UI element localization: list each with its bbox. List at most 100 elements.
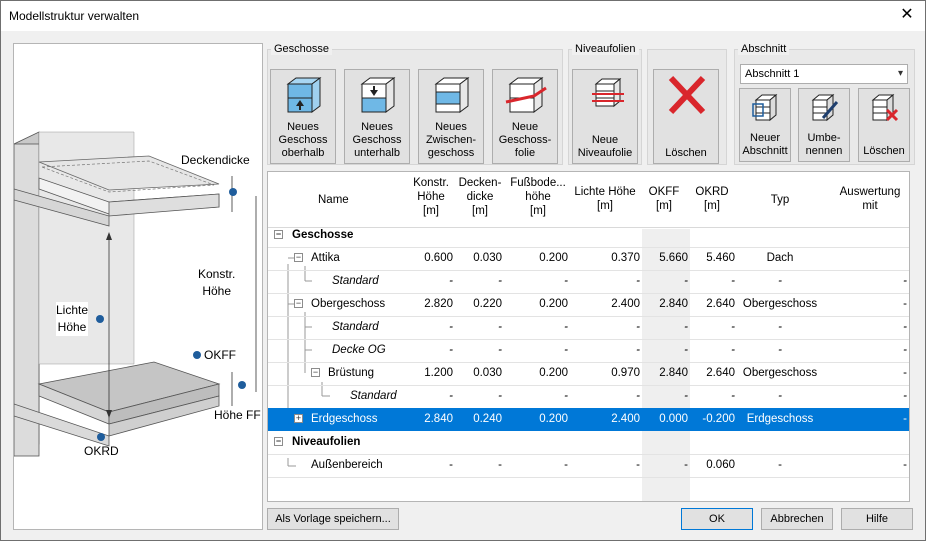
col-okrd[interactable]: OKRD [m] — [692, 185, 732, 213]
cell-lichte: - — [636, 275, 640, 287]
new-storey-below-button[interactable]: Neues Geschoss unterhalb — [344, 69, 410, 164]
cell-okrd: 2.640 — [706, 367, 735, 379]
col-deckendicke[interactable]: Decken- dicke [m] — [458, 176, 502, 218]
cell-okff: 2.840 — [659, 367, 688, 379]
table-row-decke-og[interactable]: Decke OG - - - - - - - - — [268, 339, 909, 362]
new-storey-above-button[interactable]: Neues Geschoss oberhalb — [270, 69, 336, 164]
cell-konstr: 0.600 — [424, 252, 453, 264]
rename-section-label: Umbe- nennen — [805, 132, 843, 157]
dialog-window: Modellstruktur verwalten ✕ Deckendicke K… — [0, 0, 926, 541]
cell-typ: Obergeschoss — [742, 298, 818, 310]
cell-decken: - — [498, 459, 502, 471]
new-level-layer-label: Neue Niveaufolie — [577, 134, 633, 159]
collapse-icon[interactable]: − — [294, 253, 303, 262]
cell-konstr: - — [449, 390, 453, 402]
row-name: Brüstung — [328, 367, 375, 379]
cell-okff: 5.660 — [659, 252, 688, 264]
cell-okff: 2.840 — [659, 298, 688, 310]
intermediate-storey-icon — [434, 77, 470, 113]
new-storey-layer-label: Neue Geschoss- folie — [498, 121, 552, 159]
cell-fuss: - — [564, 275, 568, 287]
abschnitt-select[interactable]: Abschnitt 1 ▾ — [740, 64, 908, 84]
delete-section-button[interactable]: Löschen — [858, 88, 910, 162]
label-hoehe-ff: Höhe FF — [214, 408, 261, 422]
cell-konstr: - — [449, 344, 453, 356]
cell-ausw: - — [903, 344, 907, 356]
storey-above-icon — [286, 77, 322, 113]
cell-konstr: - — [449, 275, 453, 287]
cancel-button[interactable]: Abbrechen — [761, 508, 833, 530]
label-okff: OKFF — [204, 348, 236, 362]
cell-ausw: - — [903, 275, 907, 287]
col-auswertung[interactable]: Auswertung mit — [834, 185, 906, 213]
cell-fuss: 0.200 — [539, 367, 568, 379]
new-storey-below-label: Neues Geschoss unterhalb — [352, 121, 402, 159]
collapse-icon[interactable]: − — [274, 230, 283, 239]
table-row-aussenbereich[interactable]: Außenbereich - - - - - 0.060 - - — [268, 454, 909, 477]
collapse-icon[interactable]: − — [274, 437, 283, 446]
label-okrd: OKRD — [84, 444, 119, 458]
storey-table[interactable]: Name Konstr. Höhe [m] Decken- dicke [m] … — [267, 171, 910, 502]
cell-decken: - — [498, 321, 502, 333]
collapse-icon[interactable]: − — [311, 368, 320, 377]
cell-typ: - — [778, 390, 782, 402]
close-icon[interactable]: ✕ — [899, 7, 915, 23]
col-typ[interactable]: Typ — [760, 193, 800, 207]
cell-okff: - — [684, 275, 688, 287]
delete-label: Löschen — [665, 147, 707, 159]
table-row-standard[interactable]: Standard - - - - - - - - — [268, 316, 909, 339]
new-intermediate-storey-button[interactable]: Neues Zwischen- geschoss — [418, 69, 484, 164]
cell-ausw: - — [903, 459, 907, 471]
row-name: Erdgeschoss — [311, 413, 378, 425]
new-section-label: Neuer Abschnitt — [742, 132, 788, 157]
cell-typ: - — [778, 459, 782, 471]
rename-section-button[interactable]: Umbe- nennen — [798, 88, 850, 162]
window-title: Modellstruktur verwalten — [9, 9, 140, 23]
help-button[interactable]: Hilfe — [841, 508, 913, 530]
table-row-standard[interactable]: Standard - - - - - - - - — [268, 385, 909, 408]
abschnitt-select-value: Abschnitt 1 — [745, 68, 800, 80]
group-row-niveaufolien[interactable]: − Niveaufolien — [268, 431, 909, 454]
row-name: Obergeschoss — [311, 298, 386, 310]
row-name: Standard — [332, 275, 379, 287]
cell-decken: - — [498, 390, 502, 402]
group-row-geschosse[interactable]: − Geschosse — [268, 224, 909, 247]
cell-okff: - — [684, 321, 688, 333]
cell-konstr: - — [449, 321, 453, 333]
cell-lichte: 0.970 — [611, 367, 640, 379]
cell-okff: - — [684, 344, 688, 356]
cell-fuss: 0.200 — [539, 252, 568, 264]
table-row-erdgeschoss[interactable]: + Erdgeschoss 2.840 0.240 0.200 2.400 0.… — [268, 408, 909, 431]
group-label-geschosse: Geschosse — [292, 229, 354, 241]
delete-button[interactable]: Löschen — [653, 69, 719, 164]
cell-lichte: - — [636, 390, 640, 402]
cell-typ: Obergeschoss — [742, 367, 818, 379]
storey-illustration: Deckendicke Konstr. Höhe Lichte Höhe OKF… — [13, 43, 263, 530]
col-konstr-hoehe[interactable]: Konstr. Höhe [m] — [409, 176, 453, 218]
cell-ausw: - — [903, 298, 907, 310]
cell-okrd: - — [731, 390, 735, 402]
ok-button[interactable]: OK — [681, 508, 753, 530]
collapse-icon[interactable]: − — [294, 299, 303, 308]
row-divider — [268, 477, 909, 478]
save-as-template-button[interactable]: Als Vorlage speichern... — [267, 508, 399, 530]
new-level-layer-button[interactable]: Neue Niveaufolie — [572, 69, 638, 164]
cell-typ: - — [778, 321, 782, 333]
table-row-attika[interactable]: − Attika 0.600 0.030 0.200 0.370 5.660 5… — [268, 247, 909, 270]
new-section-button[interactable]: Neuer Abschnitt — [739, 88, 791, 162]
table-row-bruestung[interactable]: − Brüstung 1.200 0.030 0.200 0.970 2.840… — [268, 362, 909, 385]
expand-icon[interactable]: + — [294, 414, 303, 423]
cell-typ: - — [778, 275, 782, 287]
table-row-obergeschoss[interactable]: − Obergeschoss 2.820 0.220 0.200 2.400 2… — [268, 293, 909, 316]
col-okff[interactable]: OKFF [m] — [644, 185, 684, 213]
cell-fuss: 0.200 — [539, 413, 568, 425]
table-row-standard[interactable]: Standard - - - - - - - - — [268, 270, 909, 293]
cell-fuss: - — [564, 321, 568, 333]
niveaufolien-group-label: Niveaufolien — [572, 43, 639, 55]
col-lichte-hoehe[interactable]: Lichte Höhe [m] — [573, 185, 637, 213]
cell-okrd: - — [731, 275, 735, 287]
new-storey-layer-button[interactable]: Neue Geschoss- folie — [492, 69, 558, 164]
col-fussbodenhoehe[interactable]: Fußbode... höhe [m] — [507, 176, 569, 218]
cell-decken: 0.220 — [473, 298, 502, 310]
cell-lichte: - — [636, 321, 640, 333]
